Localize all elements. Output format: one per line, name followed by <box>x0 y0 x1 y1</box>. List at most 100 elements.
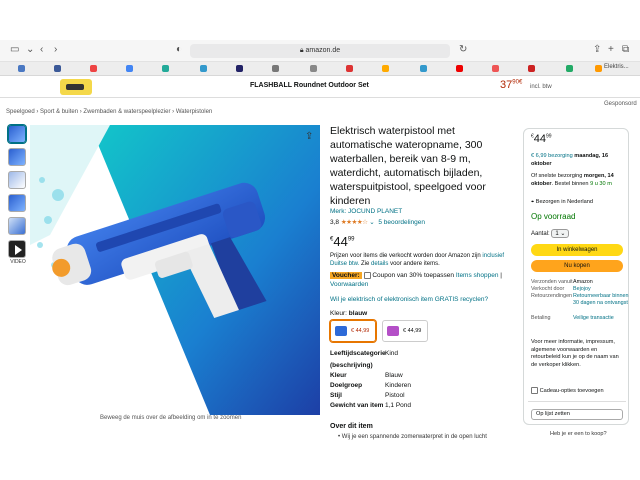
product-main-image[interactable] <box>30 125 320 415</box>
seller-info-row: Retourzendingen Retourneerbaar binnen 30 … <box>531 293 629 307</box>
seller-link[interactable]: Bejojoy <box>573 286 629 293</box>
forward-icon[interactable]: › <box>54 44 57 55</box>
image-thumbnails: VIDEO <box>8 125 28 265</box>
seller-info-table: Verzonden vanuit Amazon Verkocht door Bejo… <box>531 279 629 322</box>
thumbnail[interactable] <box>8 217 26 235</box>
add-to-list-button[interactable]: Op lijst zetten <box>531 409 623 420</box>
breadcrumb-item[interactable]: Sport & buiten <box>40 109 78 115</box>
returns-link[interactable]: Retourneerbaar binnen 30 dagen na ontvan… <box>573 293 629 307</box>
color-selector-label: Kleur: blauw <box>330 310 368 317</box>
favorites-bar: Elektris... <box>0 62 640 76</box>
rating-value: 3,8 <box>330 219 340 226</box>
ad-product-image[interactable] <box>60 79 92 95</box>
product-title: Elektrisch waterpistool met automatische… <box>330 125 486 207</box>
terms-link[interactable]: Voorwaarden <box>330 281 368 288</box>
ad-vat-note: incl. btw <box>530 84 552 90</box>
favorite-icon[interactable] <box>18 65 25 72</box>
quantity-selector[interactable]: Aantal: 1 ⌄ <box>531 229 570 238</box>
spec-value: 1,1 Pond <box>385 402 412 409</box>
delivery-info: € 6,99 bezorging maandag, 16 oktober <box>531 153 609 167</box>
zoom-hint: Beweeg de muis over de afbeelding om in … <box>100 415 242 421</box>
variant-swatch <box>335 326 347 336</box>
back-icon[interactable]: ‹ <box>40 44 43 55</box>
sponsored-label[interactable]: Gesponsord <box>604 101 637 107</box>
rating-count[interactable]: 5 beoordelingen <box>378 219 425 226</box>
variant-purple[interactable]: € 44,99 <box>382 320 428 342</box>
favorite-icon[interactable] <box>126 65 133 72</box>
coupon-checkbox[interactable] <box>363 271 371 279</box>
price-note: Prijzen voor items die verkocht worden d… <box>330 253 505 267</box>
fast-delivery-info: Of snelste bezorging morgen, 14 oktober.… <box>531 173 614 187</box>
favorite-icon[interactable] <box>90 65 97 72</box>
share-icon[interactable]: ⇪ <box>593 44 601 55</box>
buy-now-button[interactable]: Nu kopen <box>531 260 623 272</box>
reload-icon[interactable]: ↻ <box>459 44 467 55</box>
sponsored-ad-banner[interactable]: FLASHBALL Roundnet Outdoor Set 3790€ inc… <box>0 76 640 98</box>
favorite-icon[interactable] <box>346 65 353 72</box>
favorite-icon[interactable] <box>382 65 389 72</box>
seller-more-info: Voor meer informatie, impressum, algemen… <box>531 339 619 368</box>
variant-blue[interactable]: € 44,99 <box>330 320 376 342</box>
address-bar[interactable]: 🔒︎ amazon.de <box>190 44 450 58</box>
seller-info-row: Verzonden vanuit Amazon <box>531 279 593 285</box>
shop-items-link[interactable]: Items shoppen <box>456 272 499 279</box>
gift-checkbox[interactable] <box>531 387 538 394</box>
seller-info-row: Betaling Veilige transactie <box>531 315 627 322</box>
breadcrumb: Speelgoed › Sport & buiten › Zwembaden &… <box>6 109 213 115</box>
location-pin-icon: ⌖ <box>531 199 535 205</box>
about-bullet: • Wij je een spannende zomerwaterpret in… <box>338 434 487 440</box>
video-thumbnail[interactable] <box>8 240 26 258</box>
browser-toolbar: ▭ ⌄ ‹ › ◐ 🔒︎ amazon.de ↻ ⇪ + ⧉ <box>0 40 640 62</box>
gift-option[interactable]: Cadeau-opties toevoegen <box>531 387 604 394</box>
favorite-icon[interactable] <box>200 65 207 72</box>
favorite-icon[interactable] <box>528 65 535 72</box>
url-text: amazon.de <box>305 47 341 54</box>
favorite-icon[interactable] <box>492 65 499 72</box>
favorite-icon[interactable] <box>236 65 243 72</box>
payment-link[interactable]: Veilige transactie <box>573 315 629 322</box>
tabs-overview-icon[interactable]: ⧉ <box>622 44 629 55</box>
voucher-badge: Voucher: <box>330 272 362 279</box>
buy-box: €4499 € 6,99 bezorging maandag, 16 oktob… <box>523 128 629 425</box>
ad-title[interactable]: FLASHBALL Roundnet Outdoor Set <box>250 82 369 89</box>
breadcrumb-item[interactable]: Zwembaden & waterspeelplezier <box>83 109 170 115</box>
favorite-icon[interactable] <box>310 65 317 72</box>
favorite-icon[interactable] <box>420 65 427 72</box>
favorite-icon[interactable] <box>162 65 169 72</box>
chevron-down-icon[interactable]: ⌄ <box>26 44 34 55</box>
spec-key: Gewicht van item <box>330 402 384 409</box>
add-to-cart-button[interactable]: In winkelwagen <box>531 244 623 256</box>
favorite-icon[interactable] <box>566 65 573 72</box>
buybox-price: €4499 <box>531 133 552 145</box>
breadcrumb-item[interactable]: Waterpistolen <box>176 109 212 115</box>
deliver-to-link[interactable]: ⌖ Bezorgen in Nederland <box>531 199 625 207</box>
favorite-label[interactable]: Elektris... <box>604 64 629 70</box>
thumbnail[interactable] <box>8 148 26 166</box>
recycle-link[interactable]: Wil je elektrisch of elektronisch item G… <box>330 296 488 303</box>
product-price: €4499 <box>330 234 355 249</box>
brand-link[interactable]: Merk: JOCUND PLANET <box>330 208 402 215</box>
stock-status: Op voorraad <box>531 212 576 221</box>
rating-stars-icon[interactable]: ★★★★☆ <box>341 219 368 226</box>
quantity-dropdown[interactable]: 1 ⌄ <box>551 229 570 238</box>
new-tab-icon[interactable]: + <box>608 44 614 55</box>
seller-info-row: Verkocht door Bejojoy <box>531 286 627 293</box>
breadcrumb-item[interactable]: Speelgoed <box>6 109 35 115</box>
privacy-icon[interactable]: ◐ <box>176 44 182 55</box>
details-link[interactable]: details <box>371 261 388 267</box>
coupon-text: Coupon van 30% toepassen <box>372 272 455 279</box>
favorite-icon[interactable] <box>54 65 61 72</box>
variant-price: € 44,99 <box>351 328 370 334</box>
share-icon[interactable]: ⇪ <box>305 131 313 142</box>
thumbnail[interactable] <box>8 171 26 189</box>
favorite-icon[interactable] <box>456 65 463 72</box>
rating[interactable]: 3,8 ★★★★☆ ⌄ 5 beoordelingen <box>330 218 425 226</box>
sell-link[interactable]: Heb je er een to koop? <box>550 431 607 437</box>
favorite-icon[interactable] <box>595 65 602 72</box>
favorite-icon[interactable] <box>272 65 279 72</box>
thumbnail[interactable] <box>8 125 26 143</box>
divider <box>528 401 626 402</box>
sidebar-icon[interactable]: ▭ <box>10 44 19 55</box>
video-label: VIDEO <box>10 259 26 265</box>
thumbnail[interactable] <box>8 194 26 212</box>
